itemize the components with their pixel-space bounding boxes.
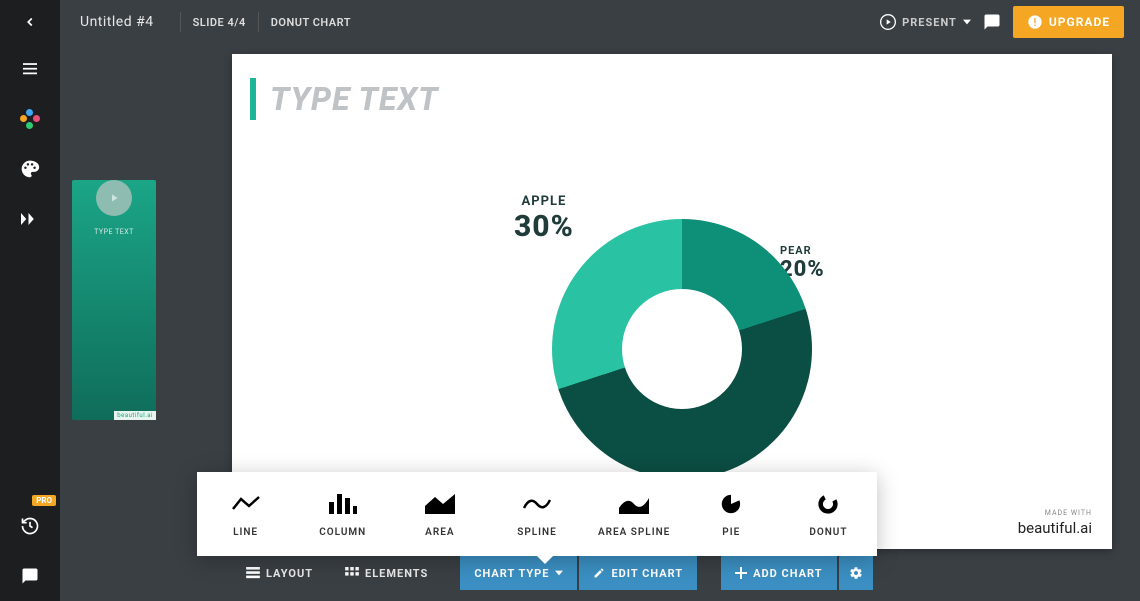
- present-label: PRESENT: [902, 16, 957, 29]
- chart-type-pie[interactable]: PIE: [683, 491, 780, 538]
- slide-counter: SLIDE 4/4: [193, 16, 246, 29]
- donut-icon: [817, 491, 839, 517]
- slides-button[interactable]: [0, 94, 60, 144]
- badge-icon: [1027, 14, 1043, 30]
- slide-type-label: DONUT CHART: [271, 16, 351, 29]
- donut-label: DONUT: [809, 527, 847, 538]
- grid-icon: [345, 567, 359, 579]
- present-button[interactable]: PRESENT: [880, 14, 971, 30]
- edit-chart-button[interactable]: EDIT CHART: [579, 556, 697, 590]
- area-icon: [425, 491, 455, 517]
- chart-type-donut[interactable]: DONUT: [780, 491, 877, 538]
- pro-badge: PRO: [32, 495, 56, 506]
- layout-label: LAYOUT: [266, 567, 313, 580]
- donut-chart[interactable]: [532, 199, 832, 499]
- chat-icon[interactable]: [983, 13, 1001, 31]
- menu-button[interactable]: [0, 44, 60, 94]
- pie-label: PIE: [722, 527, 740, 538]
- line-icon: [231, 491, 261, 517]
- column-icon: [329, 491, 357, 517]
- slide-title-placeholder[interactable]: TYPE TEXT: [270, 80, 439, 118]
- pencil-icon: [593, 567, 605, 579]
- chart-type-area-spline[interactable]: AREA SPLINE: [586, 491, 683, 538]
- animate-button[interactable]: [0, 194, 60, 244]
- topbar: Untitled #4 SLIDE 4/4 DONUT CHART PRESEN…: [60, 0, 1140, 44]
- column-label: COLUMN: [319, 527, 366, 538]
- chevron-down-icon: [555, 570, 563, 576]
- watermark-made: MADE WITH: [1018, 509, 1092, 517]
- elements-label: ELEMENTS: [365, 567, 428, 580]
- spline-icon: [522, 491, 552, 517]
- chart-type-column[interactable]: COLUMN: [294, 491, 391, 538]
- play-icon: [880, 14, 896, 30]
- watermark: MADE WITH beautiful.ai: [1018, 509, 1092, 537]
- upgrade-button[interactable]: UPGRADE: [1013, 6, 1124, 38]
- diamond-logo-icon: [20, 109, 40, 129]
- area-spline-label: AREA SPLINE: [598, 527, 670, 538]
- area-spline-icon: [619, 491, 649, 517]
- chart-type-popover: LINE COLUMN AREA SPLINE AREA SPLINE PIE: [197, 472, 877, 556]
- back-button[interactable]: [0, 0, 60, 44]
- chart-type-label: CHART TYPE: [474, 567, 549, 580]
- chart-type-area[interactable]: AREA: [391, 491, 488, 538]
- layout-button[interactable]: LAYOUT: [232, 556, 327, 590]
- title-accent: [250, 78, 256, 120]
- chart-type-line[interactable]: LINE: [197, 491, 294, 538]
- layout-icon: [246, 567, 260, 579]
- thumb-placeholder: TYPE TEXT: [94, 228, 134, 236]
- comments-button[interactable]: [0, 551, 60, 601]
- edit-chart-label: EDIT CHART: [611, 567, 683, 580]
- document-title[interactable]: Untitled #4: [80, 14, 154, 30]
- separator: [180, 12, 181, 32]
- separator: [258, 12, 259, 32]
- elements-button[interactable]: ELEMENTS: [331, 556, 442, 590]
- upgrade-label: UPGRADE: [1049, 15, 1110, 29]
- add-chart-label: ADD CHART: [753, 567, 822, 580]
- theme-button[interactable]: [0, 144, 60, 194]
- thumb-brand: beautiful.ai: [114, 411, 156, 420]
- gear-icon: [849, 566, 863, 580]
- slide-thumbnail[interactable]: TYPE TEXT beautiful.ai: [72, 180, 162, 420]
- line-label: LINE: [233, 527, 258, 538]
- left-rail: PRO: [0, 0, 60, 601]
- pie-icon: [720, 491, 742, 517]
- plus-icon: [735, 567, 747, 579]
- chart-type-button[interactable]: CHART TYPE: [460, 556, 577, 590]
- watermark-brand: beautiful.ai: [1018, 519, 1092, 537]
- spline-label: SPLINE: [517, 527, 557, 538]
- chart-type-spline[interactable]: SPLINE: [488, 491, 585, 538]
- history-button[interactable]: PRO: [0, 501, 60, 551]
- chart-settings-button[interactable]: [839, 556, 873, 590]
- chevron-down-icon: [963, 19, 971, 25]
- thumb-play-icon: [96, 180, 132, 216]
- add-chart-button[interactable]: ADD CHART: [721, 556, 836, 590]
- area-label: AREA: [425, 527, 454, 538]
